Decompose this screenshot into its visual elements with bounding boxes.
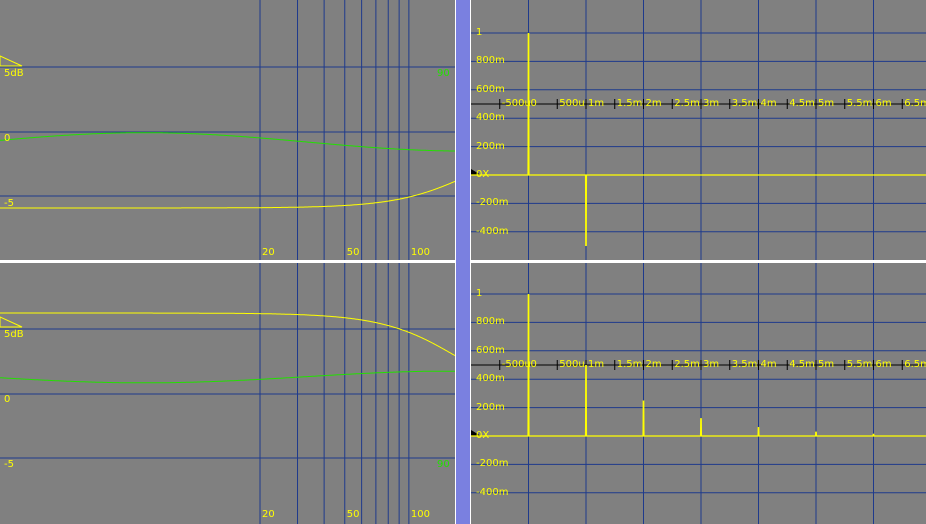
freq-bottom-x-tick-label: 100 — [410, 509, 430, 520]
time-top-x-tick-label: 2m — [645, 98, 662, 109]
freq-panel-bottom[interactable]: 5dB 0 -5 90 20501002005001k2k5k10k — [0, 263, 455, 524]
time-top-x-tick-label: 1m — [588, 98, 605, 109]
time-top-y-tick-label: -200m — [476, 197, 509, 209]
time-bottom-y-tick-label: 600m — [476, 344, 505, 356]
time-plot-top — [471, 0, 926, 260]
freq-top-x-tick-label: 50 — [346, 247, 360, 258]
time-top-y-tick-label: 1 — [476, 27, 483, 38]
freq-bottom-unit-label: 5dB — [4, 329, 24, 340]
time-top-x-tick-label: 4m — [760, 98, 777, 109]
freq-top-unit-label: 5dB — [4, 68, 24, 79]
time-top-y-tick-label: 0X — [476, 169, 490, 180]
time-top-x-tick-label: 5.5m — [846, 98, 873, 109]
time-bottom-x-tick-label: 2m — [645, 359, 662, 370]
time-bottom-x-tick-label: 4.5m — [789, 359, 815, 370]
splitter-bar[interactable] — [456, 0, 470, 524]
time-bottom-y-tick-label: -200m — [476, 458, 509, 470]
time-bottom-x-tick-label: 6.5m — [904, 359, 926, 370]
time-bottom-x-tick-label: 4m — [760, 359, 777, 370]
freq-top-x-tick-label: 20 — [262, 247, 275, 258]
freq-bottom-neg-label: -5 — [4, 459, 14, 470]
time-top-y-tick-label: 400m — [476, 112, 505, 124]
time-panel-top[interactable]: 1 800m 600m 400m 200m 0X -200m -400m -500u 0 500u 1… — [471, 0, 926, 260]
time-bottom-y-tick-label: 400m — [476, 373, 505, 385]
time-top-y-tick-label: -400m — [476, 225, 509, 237]
time-bottom-x-tick-label: 0 — [530, 359, 537, 370]
time-bottom-x-tick-label: 1.5m — [616, 359, 643, 370]
freq-top-neg-label: -5 — [4, 198, 14, 209]
time-top-y-tick-label: 800m — [476, 55, 505, 67]
time-bottom-y-tick-label: 200m — [476, 401, 505, 413]
freq-top-right-label: 90 — [437, 68, 450, 79]
time-bottom-x-tick-label: 3.5m — [731, 359, 758, 370]
time-top-x-tick-label: 500u — [559, 98, 585, 109]
freq-bottom-x-tick-label: 20 — [262, 509, 275, 520]
time-top-x-tick-label: -500u — [501, 98, 531, 109]
time-plot-bottom — [471, 263, 926, 524]
yellow-trace — [0, 312, 455, 357]
time-top-x-tick-label: 3m — [703, 98, 720, 109]
time-bottom-y-tick-label: 0X — [476, 430, 490, 441]
time-top-x-tick-label: 4.5m — [789, 98, 815, 109]
time-bottom-x-tick-label: -500u — [501, 359, 531, 370]
time-bottom-y-tick-label: 800m — [476, 316, 505, 328]
time-bottom-x-tick-label: 2.5m — [674, 359, 700, 370]
marker-triangle — [0, 55, 23, 67]
freq-plot-top — [0, 0, 455, 260]
time-top-x-tick-label: 6.5m — [904, 98, 926, 109]
freq-bottom-zero-label: 0 — [4, 394, 11, 405]
time-bottom-x-tick-label: 500u — [559, 359, 585, 370]
freq-top-zero-label: 0 — [4, 133, 11, 144]
freq-plot-bottom — [0, 263, 455, 524]
time-panel-bottom[interactable]: 1 800m 600m 400m 200m 0X -200m -400m -500u 0 500u 1… — [471, 263, 926, 524]
impulse-trace — [471, 32, 926, 247]
freq-panel-top[interactable]: 5dB 0 -5 90 20501002005001k2k5k10k — [0, 0, 455, 260]
time-top-y-tick-label: 600m — [476, 83, 505, 95]
freq-bottom-x-tick-label: 50 — [346, 509, 360, 520]
time-top-x-tick-label: 0 — [530, 98, 537, 109]
time-bottom-x-tick-label: 6m — [875, 359, 892, 370]
time-bottom-x-tick-label: 1m — [588, 359, 605, 370]
time-bottom-x-tick-label: 5m — [818, 359, 835, 370]
yellow-trace — [0, 180, 455, 209]
time-bottom-x-tick-label: 3m — [703, 359, 720, 370]
time-top-x-tick-label: 1.5m — [616, 98, 643, 109]
freq-top-x-tick-label: 100 — [410, 247, 430, 258]
time-bottom-x-tick-label: 5.5m — [846, 359, 873, 370]
marker-triangle — [0, 316, 23, 328]
time-top-x-tick-label: 3.5m — [731, 98, 758, 109]
time-top-x-tick-label: 6m — [875, 98, 892, 109]
time-top-y-tick-label: 200m — [476, 140, 505, 152]
green-trace — [0, 132, 455, 152]
time-bottom-y-tick-label: -400m — [476, 486, 509, 498]
freq-bottom-right-label: 90 — [437, 459, 450, 470]
time-top-x-tick-label: 2.5m — [674, 98, 700, 109]
time-top-x-tick-label: 5m — [818, 98, 835, 109]
green-trace — [0, 370, 455, 384]
time-bottom-y-tick-label: 1 — [476, 288, 483, 299]
